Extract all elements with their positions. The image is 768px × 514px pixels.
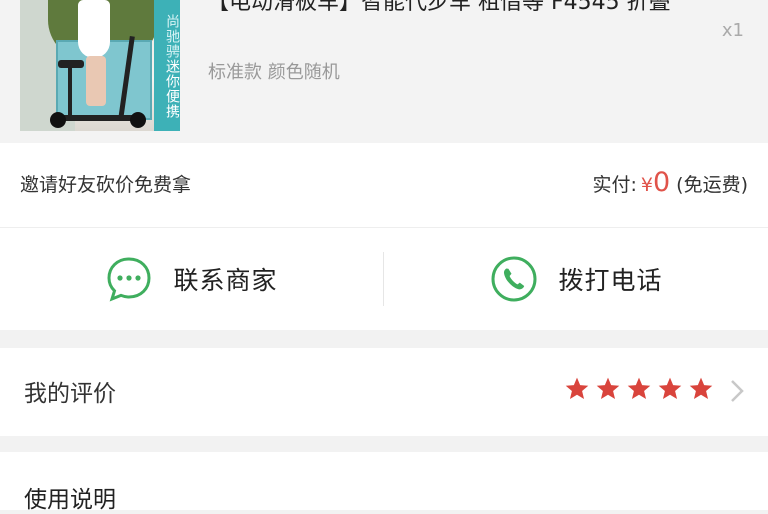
thumb-scooter-post xyxy=(68,66,72,116)
chevron-right-icon xyxy=(731,380,744,402)
thumb-promo-band: 尚驰骋迷你便携 xyxy=(154,0,180,131)
invite-row[interactable]: 邀请好友砍价免费拿 实付: ¥0 (免运费) xyxy=(0,143,768,228)
product-quantity: x1 xyxy=(721,20,744,41)
thumb-band-text: 迷你便携 xyxy=(164,59,180,119)
chat-icon xyxy=(107,257,151,302)
star-icon xyxy=(627,377,651,399)
action-divider xyxy=(383,252,384,306)
star-icon xyxy=(689,377,713,399)
usage-instructions-section: 使用说明 xyxy=(0,452,768,513)
thumb-scooter-deck xyxy=(54,115,136,121)
my-review-row[interactable]: 我的评价 xyxy=(0,348,768,436)
product-title: 【电动滑板车】智能代步车 租借等 F4545 折叠 xyxy=(207,0,671,15)
paid-amount: 实付: ¥0 (免运费) xyxy=(592,167,748,198)
thumb-wheel-front xyxy=(130,112,146,128)
rating-stars xyxy=(559,376,714,402)
currency-symbol: ¥ xyxy=(640,174,653,196)
contact-merchant-label: 联系商家 xyxy=(173,266,278,295)
thumb-wheel-back xyxy=(50,112,66,128)
product-thumbnail[interactable]: 尚驰骋迷你便携 xyxy=(20,0,180,131)
contact-merchant-button[interactable]: 联系商家 xyxy=(0,228,383,330)
thumb-legs xyxy=(86,56,106,106)
product-card[interactable]: 尚驰骋迷你便携 【电动滑板车】智能代步车 租借等 F4545 折叠 x1 标准款… xyxy=(0,0,768,143)
usage-instructions-title: 使用说明 xyxy=(24,487,116,513)
amount-value: 0 xyxy=(652,167,671,198)
shipping-note: (免运费) xyxy=(676,174,748,196)
thumb-band-top-text: 尚驰骋 xyxy=(164,14,180,59)
my-review-label: 我的评价 xyxy=(24,381,116,407)
invite-friends-text: 邀请好友砍价免费拿 xyxy=(20,174,192,196)
phone-icon xyxy=(491,256,537,302)
star-icon xyxy=(565,377,589,399)
thumb-figure xyxy=(78,0,110,58)
call-phone-button[interactable]: 拨打电话 xyxy=(385,228,768,330)
star-icon xyxy=(658,377,682,399)
star-icon xyxy=(596,377,620,399)
action-bar: 联系商家 拨打电话 xyxy=(0,228,768,330)
call-phone-label: 拨打电话 xyxy=(558,266,663,295)
paid-label: 实付: xyxy=(592,174,637,196)
product-spec: 标准款 颜色随机 xyxy=(208,62,340,83)
